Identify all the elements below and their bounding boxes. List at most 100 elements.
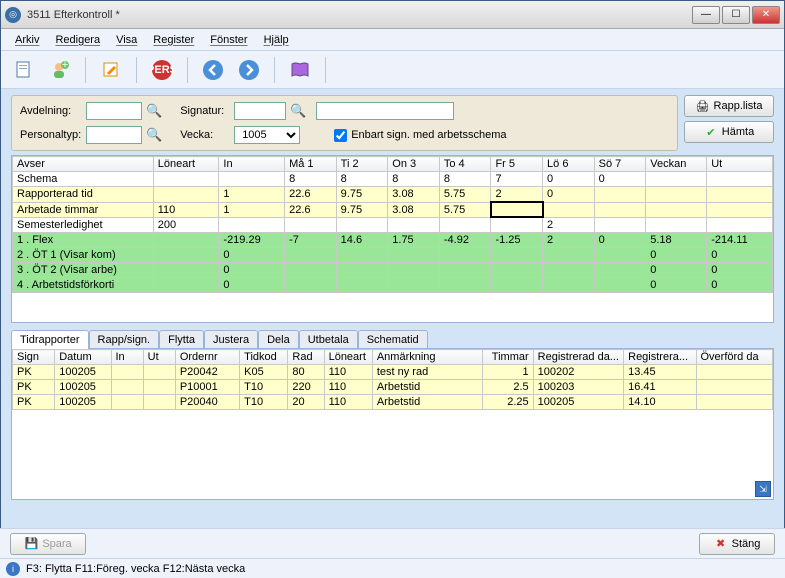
printer-icon: 🖨 [696,99,710,113]
search-icon[interactable]: 🔍 [146,103,162,119]
grid1-header[interactable]: Lö 6 [543,157,595,172]
search-icon[interactable]: 🔍 [146,127,162,143]
hamta-label: Hämta [722,126,754,138]
menubar: ArkivRedigeraVisaRegisterFönster Hjälp [1,29,784,51]
search-icon[interactable]: 🔍 [290,103,306,119]
back-icon[interactable] [200,57,226,83]
menu-hjälp[interactable]: Hjälp [258,32,295,48]
app-icon: ◎ [5,7,21,23]
table-row[interactable]: Semesterledighet2002 [13,217,773,232]
grid2-header[interactable]: Registrerad da... [533,350,623,365]
forward-icon[interactable] [236,57,262,83]
grid1-header[interactable]: On 3 [388,157,440,172]
report-grid[interactable]: SignDatumInUtOrdernrTidkodRadLöneartAnmä… [11,348,774,500]
restore-icon[interactable]: ⇲ [755,481,771,497]
table-row[interactable]: PK100205P20042K0580110test ny rad1100202… [13,365,773,380]
check-icon: ✔ [704,125,718,139]
stang-label: Stäng [732,538,761,550]
grid1-header[interactable]: Veckan [646,157,707,172]
bottom-bar: 💾 Spara ✖ Stäng [0,528,785,558]
hamta-button[interactable]: ✔ Hämta [684,121,774,143]
grid2-header[interactable]: Ordernr [175,350,239,365]
enbart-sign-checkbox[interactable] [334,129,347,142]
grid1-header[interactable]: To 4 [439,157,491,172]
filter-panel: Avdelning: 🔍 Personaltyp: 🔍 Signatur: 🔍 … [11,95,678,151]
grid1-header[interactable]: Fr 5 [491,157,543,172]
vecka-select[interactable]: 1005 [234,126,300,144]
save-icon: 💾 [24,537,38,551]
table-row[interactable]: 2 . ÖT 1 (Visar kom)000 [13,247,773,262]
grid2-header[interactable]: Datum [55,350,111,365]
grid1-header[interactable]: Ti 2 [336,157,388,172]
grid2-header[interactable]: Anmärkning [372,350,483,365]
add-user-icon[interactable]: + [47,57,73,83]
enbart-sign-label: Enbart sign. med arbetsschema [351,129,506,141]
toolbar: + PERS [1,51,784,89]
table-row[interactable]: 3 . ÖT 2 (Visar arbe)000 [13,262,773,277]
close-button[interactable]: ✕ [752,6,780,24]
svg-text:PERS: PERS [151,64,173,76]
maximize-button[interactable]: ☐ [722,6,750,24]
window-title: 3511 Efterkontroll * [27,9,692,21]
grid1-header[interactable]: Löneart [153,157,219,172]
table-row[interactable]: Schema8888700 [13,172,773,187]
svg-text:+: + [62,60,68,71]
rapplista-label: Rapp.lista [714,100,763,112]
menu-fönster[interactable]: Fönster [204,32,253,48]
pers-icon[interactable]: PERS [149,57,175,83]
tab-utbetala[interactable]: Utbetala [299,330,358,349]
menu-arkiv[interactable]: Arkiv [9,32,45,48]
grid2-header[interactable]: Rad [288,350,324,365]
grid2-header[interactable]: Timmar [483,350,533,365]
grid2-header[interactable]: Tidkod [240,350,288,365]
signatur-label: Signatur: [180,105,230,117]
tab-flytta[interactable]: Flytta [159,330,204,349]
personaltyp-label: Personaltyp: [20,129,82,141]
book-icon[interactable] [287,57,313,83]
grid1-header[interactable]: Sö 7 [594,157,646,172]
minimize-button[interactable]: — [692,6,720,24]
info-icon: i [6,562,20,576]
table-row[interactable]: PK100205P20040T1020110Arbetstid2.2510020… [13,395,773,410]
time-grid[interactable]: AvserLöneartInMå 1Ti 2On 3To 4Fr 5Lö 6Sö… [11,155,774,323]
menu-register[interactable]: Register [147,32,200,48]
tab-bar: TidrapporterRapp/sign.FlyttaJusteraDelaU… [11,329,774,348]
tab-schematid[interactable]: Schematid [358,330,428,349]
menu-redigera[interactable]: Redigera [49,32,106,48]
table-row[interactable]: 1 . Flex-219.29-714.61.75-4.92-1.25205.1… [13,232,773,247]
avdelning-label: Avdelning: [20,105,82,117]
table-row[interactable]: Arbetade timmar110122.69.753.085.75 [13,202,773,217]
grid1-header[interactable]: Avser [13,157,154,172]
signatur-name-input[interactable] [316,102,454,120]
titlebar: ◎ 3511 Efterkontroll * — ☐ ✕ [1,1,784,29]
grid2-header[interactable]: Ut [143,350,175,365]
spara-label: Spara [42,538,71,550]
close-icon: ✖ [714,537,728,551]
grid1-header[interactable]: In [219,157,285,172]
vecka-label: Vecka: [180,129,230,141]
new-doc-icon[interactable] [11,57,37,83]
table-row[interactable]: 4 . Arbetstidsförkorti000 [13,277,773,292]
spara-button[interactable]: 💾 Spara [10,533,86,555]
grid2-header[interactable]: Löneart [324,350,372,365]
tab-dela[interactable]: Dela [258,330,299,349]
personaltyp-input[interactable] [86,126,142,144]
tab-justera[interactable]: Justera [204,330,258,349]
grid2-header[interactable]: Sign [13,350,55,365]
grid1-header[interactable]: Ut [707,157,773,172]
menu-visa[interactable]: Visa [110,32,143,48]
tab-tidrapporter[interactable]: Tidrapporter [11,330,89,349]
rapplista-button[interactable]: 🖨 Rapp.lista [684,95,774,117]
table-row[interactable]: Rapporterad tid122.69.753.085.7520 [13,187,773,203]
edit-icon[interactable] [98,57,124,83]
grid2-header[interactable]: Registrera... [624,350,696,365]
grid2-header[interactable]: Överförd da [696,350,773,365]
grid1-header[interactable]: Må 1 [285,157,337,172]
table-row[interactable]: PK100205P10001T10220110Arbetstid2.510020… [13,380,773,395]
status-bar: i F3: Flytta F11:Föreg. vecka F12:Nästa … [0,558,785,578]
grid2-header[interactable]: In [111,350,143,365]
tab-rappsign[interactable]: Rapp/sign. [89,330,160,349]
avdelning-input[interactable] [86,102,142,120]
stang-button[interactable]: ✖ Stäng [699,533,775,555]
signatur-input[interactable] [234,102,286,120]
